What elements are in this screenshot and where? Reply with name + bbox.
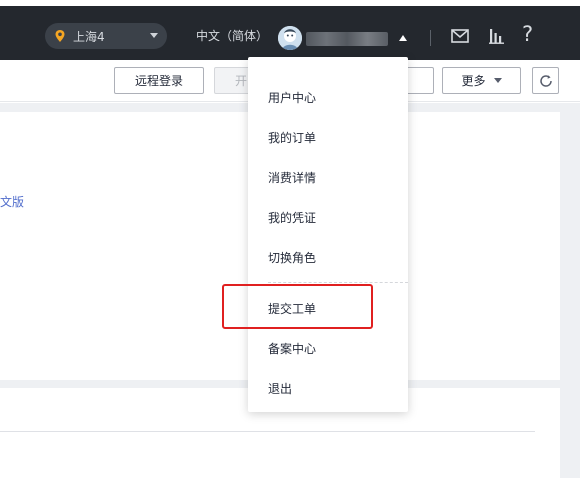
menu-item-switch-role[interactable]: 切换角色 bbox=[248, 237, 408, 277]
menu-item-filing-center[interactable]: 备案中心 bbox=[248, 328, 408, 368]
menu-item-my-credentials[interactable]: 我的凭证 bbox=[248, 197, 408, 237]
highlight-box bbox=[222, 284, 373, 329]
region-selector[interactable]: 上海4 bbox=[45, 23, 167, 49]
caret-up-icon[interactable] bbox=[399, 35, 407, 41]
menu-item-billing-details[interactable]: 消费详情 bbox=[248, 157, 408, 197]
username-redacted[interactable] bbox=[306, 32, 388, 46]
bar-chart-icon[interactable] bbox=[487, 26, 507, 46]
user-dropdown-menu: 用户中心 我的订单 消费详情 我的凭证 切换角色 提交工单 备案中心 退出 bbox=[248, 57, 408, 412]
user-avatar-icon bbox=[278, 26, 302, 50]
menu-item-my-orders[interactable]: 我的订单 bbox=[248, 117, 408, 157]
navbar-divider bbox=[430, 30, 431, 46]
menu-item-logout[interactable]: 退出 bbox=[248, 368, 408, 408]
chevron-down-icon bbox=[150, 33, 158, 38]
chevron-down-icon bbox=[493, 78, 502, 83]
region-label: 上海4 bbox=[73, 29, 105, 44]
refresh-icon bbox=[539, 74, 552, 87]
menu-separator bbox=[268, 282, 408, 283]
refresh-button[interactable] bbox=[532, 67, 559, 94]
version-link[interactable]: 文版 bbox=[0, 193, 24, 210]
more-button-label: 更多 bbox=[461, 74, 486, 88]
divider bbox=[0, 431, 535, 432]
top-navbar: 上海4 中文（简体） ? bbox=[0, 0, 580, 60]
language-selector[interactable]: 中文（简体） bbox=[196, 27, 268, 44]
mail-icon[interactable] bbox=[450, 26, 470, 46]
avatar[interactable] bbox=[278, 26, 302, 50]
help-icon[interactable]: ? bbox=[522, 22, 533, 46]
more-button[interactable]: 更多 bbox=[442, 67, 521, 94]
menu-item-user-center[interactable]: 用户中心 bbox=[248, 77, 408, 117]
remote-login-button[interactable]: 远程登录 bbox=[114, 67, 204, 94]
location-pin-icon bbox=[55, 30, 65, 42]
